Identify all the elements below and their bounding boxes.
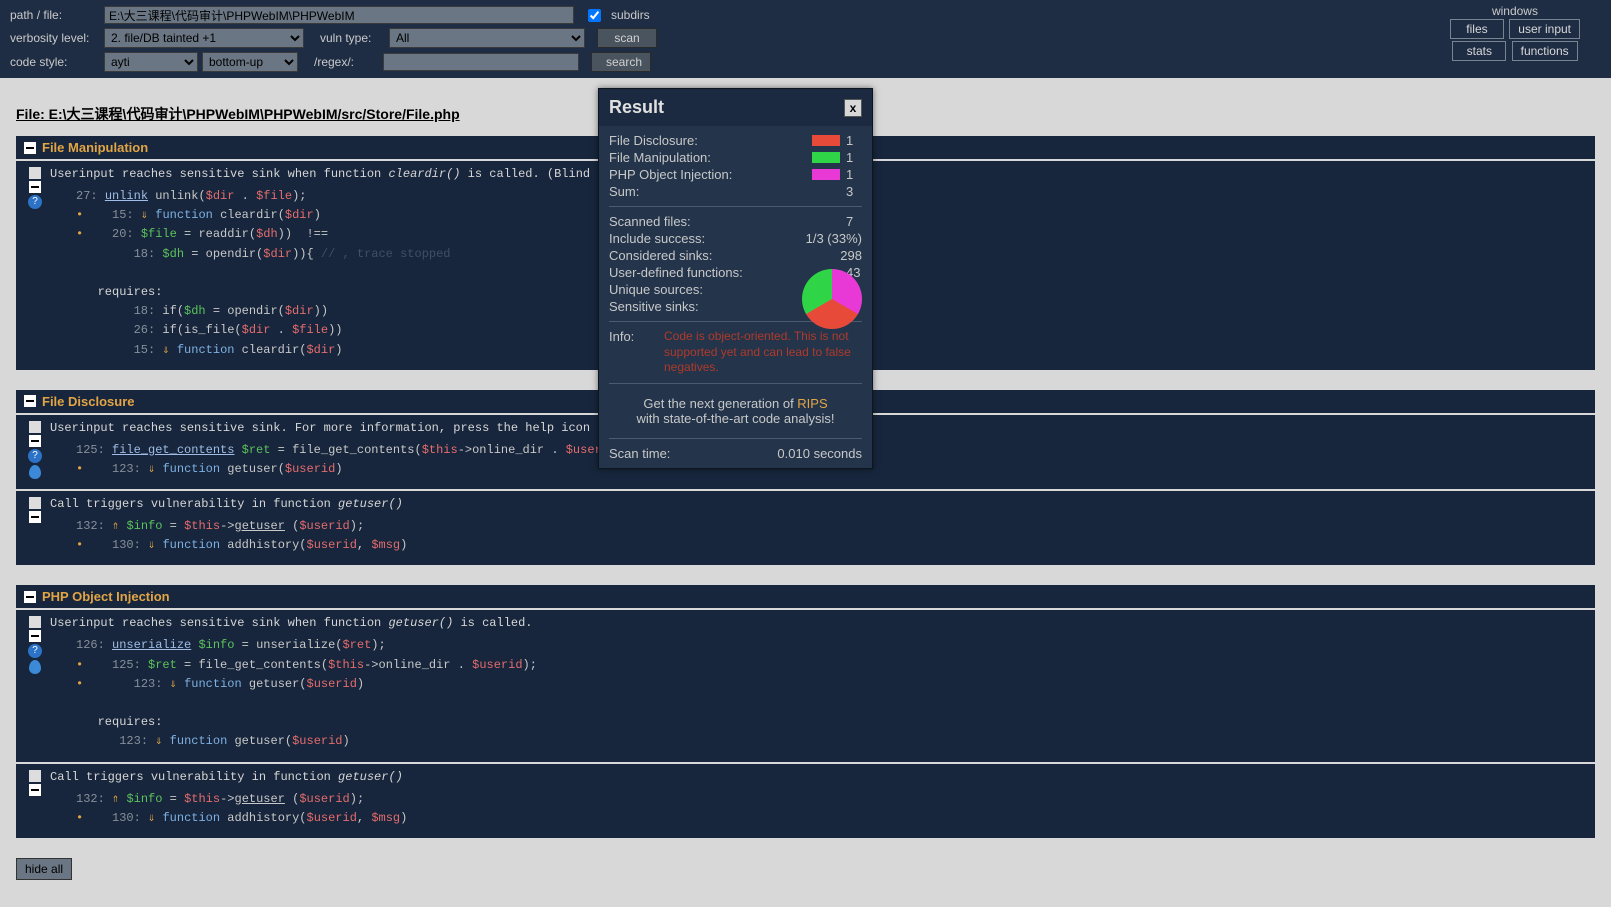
bar-icon [812,152,840,163]
info-text: Code is object-oriented. This is not sup… [664,329,862,376]
minus-icon[interactable] [29,630,41,642]
call-block: Call triggers vulnerability in function … [16,764,1595,838]
result-header[interactable]: Result x [599,89,872,126]
path-input[interactable] [104,6,574,24]
collapse-icon[interactable] [24,142,36,154]
bar-icon [812,169,840,180]
result-popup[interactable]: Result x File Disclosure:1 File Manipula… [598,88,873,469]
side-icons: ? [24,167,46,209]
form-area: path / file: subdirs verbosity level: 2.… [10,4,1449,74]
toolbar: path / file: subdirs verbosity level: 2.… [0,0,1611,78]
file-icon[interactable] [29,167,41,179]
side-icons [24,497,46,523]
bar-icon [812,135,840,146]
code-style-label: code style: [10,55,100,69]
help-icon[interactable]: ? [28,195,42,209]
code-line: 132: ⇑ $info = $this->getuser ($userid); [76,517,1587,536]
stat-row: PHP Object Injection:1 [609,166,862,183]
side-icons: ? [24,616,46,674]
collapse-icon[interactable] [24,591,36,603]
drop-icon[interactable] [29,660,41,674]
user-input-button[interactable]: user input [1509,19,1580,39]
section-title: File Disclosure [42,394,134,409]
result-body: File Disclosure:1 File Manipulation:1 PH… [599,126,872,468]
section-php-object-injection: PHP Object Injection ? Userinput reaches… [16,585,1595,838]
order-select[interactable]: bottom-up [202,52,298,72]
stats-button[interactable]: stats [1452,41,1506,61]
files-button[interactable]: files [1450,19,1504,39]
code-body: 126: unserialize $info = unserialize($re… [76,636,1587,751]
file-icon[interactable] [29,421,41,433]
help-icon[interactable]: ? [28,449,42,463]
scan-time-row: Scan time: 0.010 seconds [609,445,862,462]
file-icon[interactable] [29,497,41,509]
section-title: File Manipulation [42,140,148,155]
result-title: Result [609,97,664,118]
section-header: PHP Object Injection [16,585,1595,608]
trace-description: Userinput reaches sensitive sink when fu… [50,616,1587,630]
code-line: 125: $ret = file_get_contents($this->onl… [76,656,1587,675]
stat-row: Scanned files:7 [609,213,862,230]
code-body: 132: ⇑ $info = $this->getuser ($userid);… [76,790,1587,828]
stat-row: File Disclosure:1 [609,132,862,149]
stat-row: Include success:1/3 (33%) [609,230,862,247]
code-style-select[interactable]: ayti [104,52,198,72]
hide-all-button[interactable]: hide all [16,858,72,880]
trace-description: Call triggers vulnerability in function … [50,497,1587,511]
drop-icon[interactable] [29,465,41,479]
subdirs-label: subdirs [611,8,650,22]
info-row: Info: Code is object-oriented. This is n… [609,328,862,377]
call-block: Call triggers vulnerability in function … [16,491,1595,565]
stat-row: File Manipulation:1 [609,149,862,166]
regex-input[interactable] [383,53,579,71]
trace-block: ? Userinput reaches sensitive sink when … [16,610,1595,761]
cta-text: Get the next generation of RIPS with sta… [609,390,862,432]
scan-button[interactable]: scan [597,28,657,48]
section-title: PHP Object Injection [42,589,170,604]
file-icon[interactable] [29,616,41,628]
verbosity-label: verbosity level: [10,31,100,45]
vuln-type-select[interactable]: All [389,28,585,48]
code-line: 126: unserialize $info = unserialize($re… [76,636,1587,655]
code-line: 130: ⇓ function addhistory($userid, $msg… [76,536,1587,555]
code-line [76,694,1587,713]
vuln-type-label: vuln type: [320,31,385,45]
minus-icon[interactable] [29,511,41,523]
file-icon[interactable] [29,770,41,782]
code-line: 132: ⇑ $info = $this->getuser ($userid); [76,790,1587,809]
windows-heading: windows [1449,4,1581,18]
trace-description: Call triggers vulnerability in function … [50,770,1587,784]
side-icons [24,770,46,796]
collapse-icon[interactable] [24,395,36,407]
regex-label: /regex/: [314,55,379,69]
requires: requires: [76,713,1587,732]
subdirs-checkbox[interactable] [588,9,601,22]
minus-icon[interactable] [29,181,41,193]
path-label: path / file: [10,8,100,22]
pie-chart-icon [802,269,862,329]
verbosity-select[interactable]: 2. file/DB tainted +1 [104,28,304,48]
functions-button[interactable]: functions [1512,41,1578,61]
content-area: File: E:\大三课程\代码审计\PHPWebIM\PHPWebIM/src… [0,78,1611,892]
stat-row: Sum:3 [609,183,862,200]
minus-icon[interactable] [29,784,41,796]
close-icon[interactable]: x [844,99,862,117]
side-icons: ? [24,421,46,479]
minus-icon[interactable] [29,435,41,447]
rips-link[interactable]: RIPS [797,396,827,411]
search-button[interactable]: search [591,52,651,72]
windows-panel: windows files user input stats functions [1449,4,1601,62]
code-body: 132: ⇑ $info = $this->getuser ($userid);… [76,517,1587,555]
stat-row: Considered sinks:298 [609,247,862,264]
code-line: 123: ⇓ function getuser($userid) [76,732,1587,751]
code-line: 123: ⇓ function getuser($userid) [76,675,1587,694]
help-icon[interactable]: ? [28,644,42,658]
code-line: 130: ⇓ function addhistory($userid, $msg… [76,809,1587,828]
